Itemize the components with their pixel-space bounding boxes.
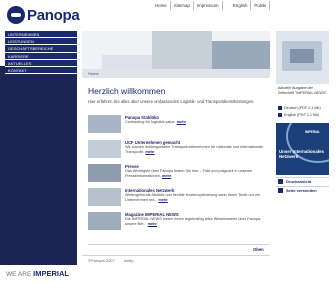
news-desc: Die IMPERIAL NEWS bieten Ihnen regelmäßi… <box>125 217 262 226</box>
pdf-download-en[interactable]: English (PDF 2,1 Mb) <box>278 113 319 117</box>
breadcrumb[interactable]: Home <box>88 70 99 77</box>
nav-item-geschaeftsbereiche[interactable]: GESCHÄFTSBEREICHE <box>5 45 77 53</box>
logo-text: Panopa <box>27 6 80 24</box>
lang-polski-link[interactable]: Polski <box>251 1 271 10</box>
mail-icon <box>278 188 283 193</box>
topnav-sitemap-link[interactable]: Sitemap <box>171 1 194 10</box>
copyright-text: ©Panopa 2007 <box>88 258 115 263</box>
page-title: Herzlich willkommen <box>88 86 166 96</box>
more-link[interactable]: mehr <box>162 174 171 178</box>
logo-mark-icon <box>7 6 25 24</box>
network-banner[interactable]: IMPERIAL Unser Internationales Netzwerk <box>276 123 329 175</box>
topnav-home-link[interactable]: Home <box>152 1 171 10</box>
top-navigation: Home Sitemap Impressum <box>152 1 223 10</box>
pdf-download-de[interactable]: Deutsch (PDF 2,1 Mb) <box>278 106 321 110</box>
divider <box>276 177 329 178</box>
nav-item-aktuelles[interactable]: AKTUELLES <box>5 59 77 67</box>
divider <box>82 255 270 256</box>
news-item: Magazine IMPERIAL NEWS Die IMPERIAL NEWS… <box>88 212 270 232</box>
panopa-logo[interactable]: Panopa <box>7 3 80 27</box>
news-item: Panopa Stahlöko Contracting für logistic… <box>88 115 270 135</box>
lang-english-link[interactable]: English <box>230 1 252 10</box>
network-text: Unser Internationales Netzwerk <box>279 149 324 159</box>
magazine-text: Aktuelle Ausgabe der Zeitschrift "IMPERI… <box>278 86 327 95</box>
hero-image <box>82 31 270 69</box>
news-desc: Contracting für logistics value. mehr <box>125 120 187 124</box>
tagline-brand: IMPERIAL <box>33 269 69 278</box>
send-page-link[interactable]: Seite versenden <box>278 188 317 193</box>
nav-item-karriere[interactable]: KARRIERE <box>5 52 77 60</box>
news-item: UCF Unternehmen gemacht Wir suchen leist… <box>88 140 270 160</box>
news-desc: Wir suchen leistungsstarke Transportunte… <box>125 145 264 154</box>
news-thumbnail[interactable] <box>88 188 121 206</box>
pdf-icon <box>278 113 282 117</box>
pdf-icon <box>278 106 282 110</box>
imperial-tagline: WE ARE IMPERIAL <box>6 269 69 278</box>
tagline-prefix: WE ARE <box>6 271 32 278</box>
intro-text: Hier erfahren Sie alles über unsere umfa… <box>88 99 255 104</box>
news-item: Internationales Netzwerk Weitergehende A… <box>88 188 270 208</box>
more-link[interactable]: mehr <box>148 222 157 226</box>
divider <box>88 244 270 245</box>
news-thumbnail[interactable] <box>88 115 121 133</box>
news-desc: Das Wichtigste über Panopa finden Sie hi… <box>125 169 253 178</box>
footer-link[interactable]: Abfrp <box>124 258 134 263</box>
network-label: IMPERIAL <box>305 130 321 134</box>
divider <box>276 186 329 187</box>
back-to-top-link[interactable]: Oben <box>253 247 264 252</box>
news-item: Presse Das Wichtigste über Panopa finden… <box>88 164 270 184</box>
language-switch: English Polski <box>230 1 271 10</box>
news-thumbnail[interactable] <box>88 212 121 230</box>
nav-item-kontakt[interactable]: KONTAKT <box>5 66 77 75</box>
nav-item-unternehmen[interactable]: UNTERNEHMEN <box>5 31 77 39</box>
news-desc: Weitergehende Abläufe und flexible Koste… <box>125 193 261 202</box>
news-thumbnail[interactable] <box>88 164 121 182</box>
magazine-image[interactable] <box>276 31 329 84</box>
more-link[interactable]: mehr <box>177 120 186 124</box>
side-navigation: UNTERNEHMEN LEISTUNGEN GESCHÄFTSBEREICHE… <box>5 31 77 75</box>
print-icon <box>278 179 283 184</box>
more-link[interactable]: mehr <box>158 198 167 202</box>
print-view-link[interactable]: Druckansicht <box>278 179 311 184</box>
breadcrumb-bar <box>82 69 270 78</box>
sidebar-panel <box>0 66 77 293</box>
more-link[interactable]: mehr <box>145 150 154 154</box>
topnav-impressum-link[interactable]: Impressum <box>194 1 223 10</box>
nav-item-leistungen[interactable]: LEISTUNGEN <box>5 38 77 46</box>
news-thumbnail[interactable] <box>88 140 121 158</box>
